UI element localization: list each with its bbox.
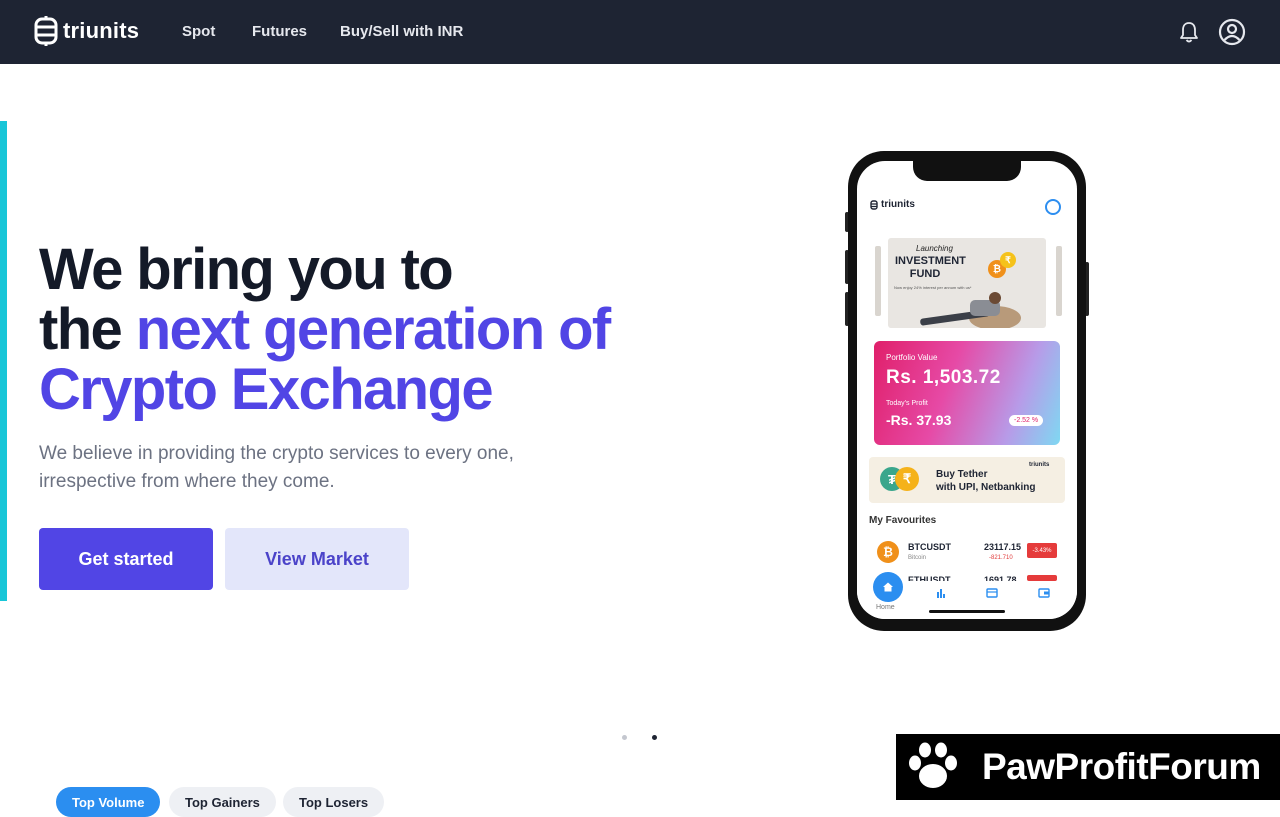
user-account-icon[interactable] (1218, 18, 1246, 46)
home-tab-button[interactable] (873, 572, 903, 602)
banner-next-peek (1056, 246, 1062, 316)
banner-title: INVESTMENT FUND (895, 255, 966, 280)
hero-title: We bring you to the next generation of C… (39, 240, 659, 420)
tether-line1: Buy Tether (936, 469, 988, 480)
todays-profit-label: Today's Profit (886, 400, 928, 407)
hero-subtitle: We believe in providing the crypto servi… (39, 440, 599, 496)
man-relaxing-illustration (920, 292, 1021, 328)
my-favourites-title: My Favourites (869, 515, 937, 526)
favourite-coin-row[interactable]: ₿ BTCUSDT Bitcoin 23117.15 -821.710 -3.4… (869, 537, 1065, 567)
nav-link-futures[interactable]: Futures (252, 23, 307, 40)
markets-tab-icon[interactable] (935, 588, 947, 598)
hero-title-highlight: next generation of (135, 297, 612, 362)
rupee-coin-icon: ₹ (895, 467, 919, 491)
wallet-tab-icon[interactable] (1038, 588, 1050, 598)
tab-top-volume[interactable]: Top Volume (56, 787, 161, 817)
paw-print-icon (909, 742, 957, 788)
tether-banner-text: Buy Tether with UPI, Netbanking (936, 468, 1035, 494)
app-tab-bar: Home (857, 572, 1077, 619)
tether-line2: with UPI, Netbanking (936, 482, 1036, 493)
tab-top-gainers[interactable]: Top Gainers (169, 787, 276, 817)
brand-name: triunits (63, 18, 140, 43)
top-navbar: triunits Spot Futures Buy/Sell with INR (0, 0, 1280, 64)
coin-change: -821.710 (989, 555, 1013, 561)
home-icon (883, 582, 893, 592)
portfolio-value-label: Portfolio Value (886, 353, 938, 362)
phone-screen: triunits Launching INVESTMENT FUND Now e… (857, 161, 1077, 619)
phone-mockup: triunits Launching INVESTMENT FUND Now e… (848, 151, 1086, 631)
coin-percent-badge: -3.43% (1027, 543, 1057, 558)
carousel-dot-2[interactable] (652, 735, 657, 740)
app-avatar-icon (1045, 199, 1061, 215)
banner-prev-peek (875, 246, 881, 316)
brand-logo[interactable]: triunits (33, 16, 139, 46)
get-started-button[interactable]: Get started (39, 528, 213, 590)
coin-price: 23117.15 (984, 542, 1022, 552)
trade-tab-icon[interactable] (986, 588, 998, 598)
hero-accent-bar (0, 121, 7, 601)
hero-title-line2: the (39, 297, 136, 362)
watermark-text: PawProfitForum (982, 746, 1261, 787)
coin-symbol: BTCUSDT (908, 542, 951, 552)
nav-link-buy-sell-inr[interactable]: Buy/Sell with INR (340, 23, 463, 40)
hero-subtitle-line1: We believe in providing the crypto servi… (39, 443, 514, 464)
investment-fund-banner[interactable]: Launching INVESTMENT FUND Now enjoy 24% … (888, 238, 1046, 328)
rupee-coin-icon: ₹ (1000, 252, 1016, 268)
portfolio-value: Rs. 1,503.72 (886, 367, 1001, 388)
bell-icon[interactable] (1175, 18, 1203, 46)
triunits-logo-icon (34, 16, 58, 46)
nav-link-spot[interactable]: Spot (182, 23, 215, 40)
hero-subtitle-line2: irrespective from where they come. (39, 471, 335, 492)
coin-name: Bitcoin (908, 555, 927, 561)
hero-title-line3: Crypto Exchange (39, 357, 494, 422)
bitcoin-icon: ₿ (877, 541, 899, 563)
app-logo-text: triunits (881, 199, 915, 210)
portfolio-card[interactable]: Portfolio Value Rs. 1,503.72 Today's Pro… (874, 341, 1060, 445)
app-header: triunits (870, 199, 915, 210)
phone-notch (913, 161, 1021, 181)
app-logo-icon (870, 199, 878, 210)
tab-top-losers[interactable]: Top Losers (283, 787, 385, 817)
home-indicator (929, 610, 1005, 613)
buy-tether-banner[interactable]: ₮ ₹ Buy Tether with UPI, Netbanking triu… (869, 457, 1065, 503)
carousel-dot-1[interactable] (622, 735, 627, 740)
banner-script: Launching (916, 244, 953, 253)
watermark-overlay: PawProfitForum (896, 734, 1280, 800)
profit-percent-badge: -2.52 % (1009, 415, 1044, 426)
home-tab-label: Home (876, 604, 895, 611)
tether-banner-logo: triunits (1029, 462, 1050, 468)
todays-profit-value: -Rs. 37.93 (886, 412, 952, 428)
hero-title-line1: We bring you to (39, 237, 454, 302)
view-market-button[interactable]: View Market (225, 528, 409, 590)
